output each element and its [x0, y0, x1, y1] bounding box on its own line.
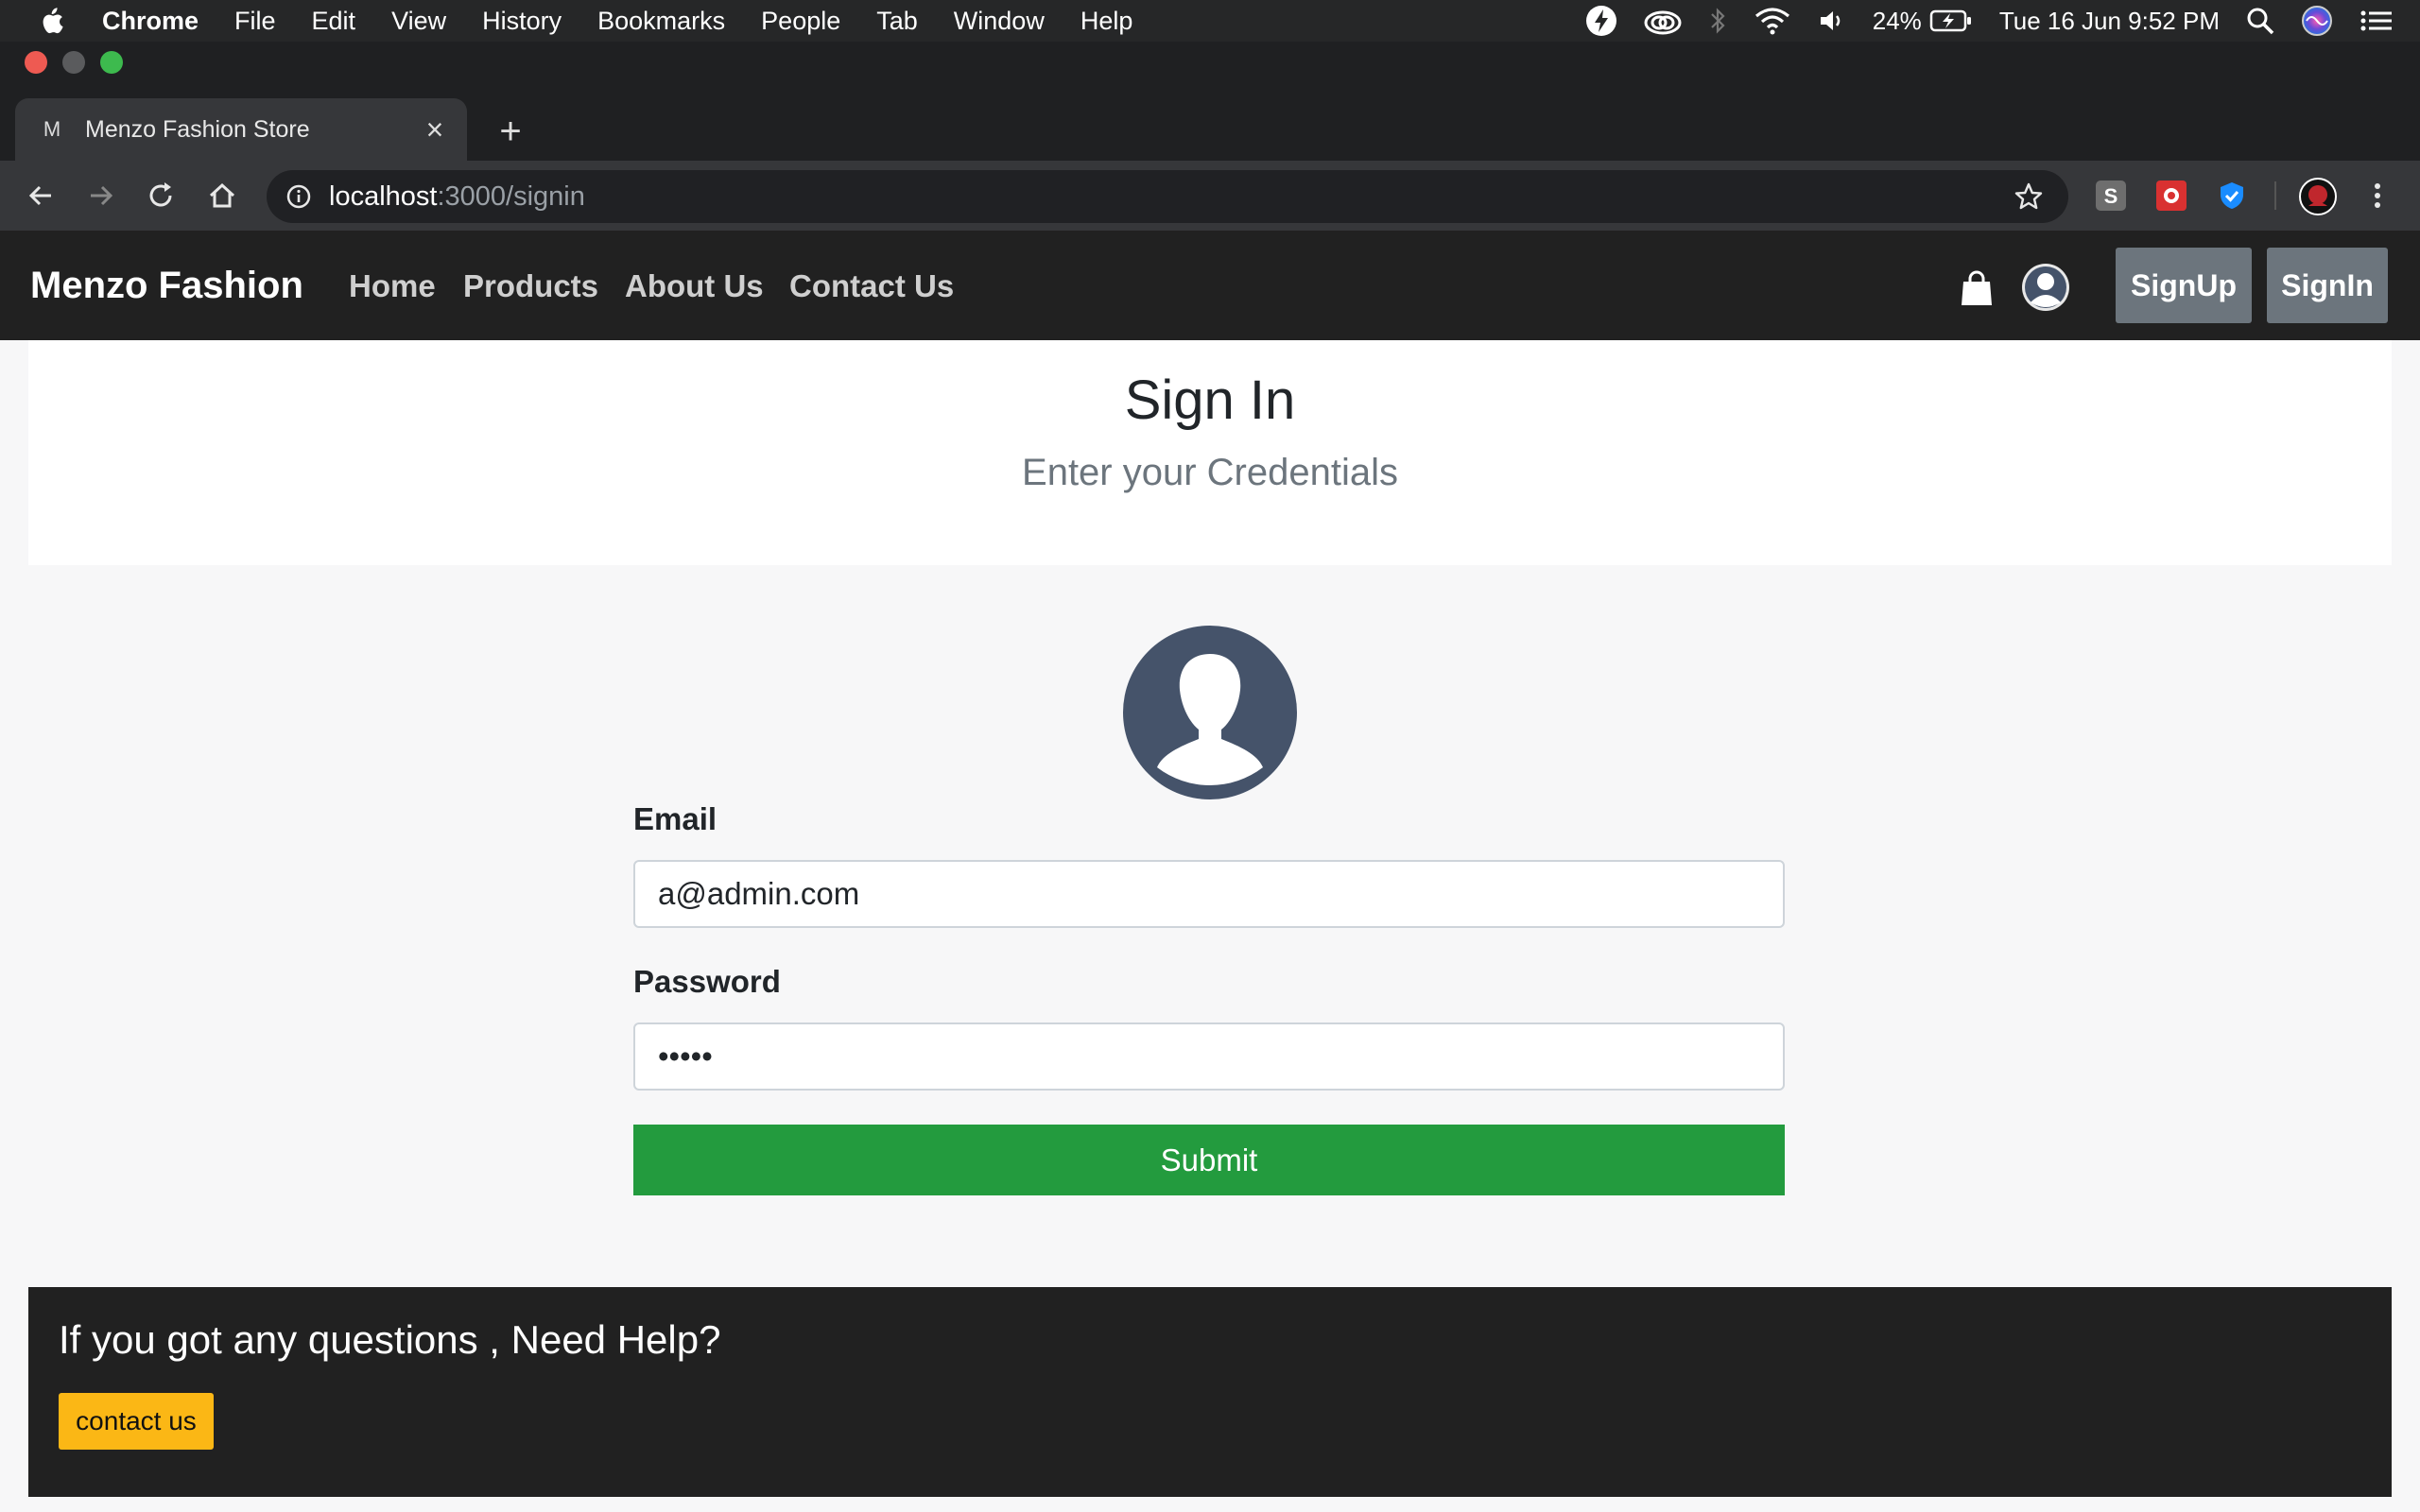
menu-bar-status-area: 24% Tue 16 Jun 9:52 PM [1585, 0, 2420, 42]
user-account-icon[interactable] [2021, 263, 2070, 312]
tab-close-icon[interactable]: × [422, 114, 448, 145]
battery-percent: 24% [1872, 6, 1922, 35]
nav-link-products[interactable]: Products [463, 268, 598, 304]
window-close-button[interactable] [25, 51, 47, 74]
reload-icon[interactable] [144, 178, 180, 214]
lightning-icon[interactable] [1585, 5, 1617, 37]
menu-edit[interactable]: Edit [312, 7, 356, 36]
help-footer: If you got any questions , Need Help? co… [28, 1287, 2392, 1497]
profile-avatar-icon[interactable] [2299, 178, 2337, 215]
url-path: :3000/signin [437, 181, 585, 212]
back-arrow-icon[interactable] [23, 178, 59, 214]
nav-link-home[interactable]: Home [349, 268, 436, 304]
menu-help[interactable]: Help [1080, 7, 1133, 36]
brand-logo[interactable]: Menzo Fashion [30, 265, 303, 307]
toolbar-divider [2274, 181, 2276, 210]
macos-menu-bar: Chrome File Edit View History Bookmarks … [0, 0, 2420, 42]
forward-arrow-icon[interactable] [83, 178, 119, 214]
bluetooth-icon[interactable] [1708, 7, 1727, 35]
shopping-bag-icon[interactable] [1961, 270, 1993, 306]
menu-window[interactable]: Window [954, 7, 1045, 36]
url-text[interactable]: localhost:3000/signin [329, 181, 585, 213]
window-maximize-button[interactable] [100, 51, 123, 74]
email-field[interactable]: a@admin.com [633, 860, 1785, 928]
site-info-icon[interactable] [285, 183, 312, 210]
email-label: Email [633, 801, 717, 836]
menu-app-name[interactable]: Chrome [102, 7, 199, 36]
signin-button[interactable]: SignIn [2267, 248, 2388, 323]
extension-red-badge-icon[interactable] [2155, 180, 2187, 212]
password-field[interactable]: ••••• [633, 1022, 1785, 1091]
volume-icon[interactable] [1818, 7, 1846, 35]
notification-center-icon[interactable] [2360, 7, 2394, 35]
menu-view[interactable]: View [391, 7, 446, 36]
nav-link-about-us[interactable]: About Us [625, 268, 764, 304]
menu-bar-clock[interactable]: Tue 16 Jun 9:52 PM [1999, 7, 2220, 36]
bookmark-star-icon[interactable] [2014, 181, 2044, 212]
signup-button[interactable]: SignUp [2116, 248, 2252, 323]
site-favicon-icon: M [43, 117, 61, 141]
home-icon[interactable] [204, 178, 240, 214]
menu-tab[interactable]: Tab [876, 7, 918, 36]
signin-jumbotron: Sign In Enter your Credentials [28, 340, 2392, 565]
user-avatar-icon [1123, 626, 1297, 799]
help-question-text: If you got any questions , Need Help? [59, 1317, 721, 1362]
wifi-icon[interactable] [1754, 7, 1791, 35]
apple-logo-icon[interactable] [38, 7, 64, 35]
page-title: Sign In [1124, 369, 1296, 431]
window-title-bar [0, 42, 2420, 83]
spotlight-search-icon[interactable] [2246, 7, 2274, 35]
siri-icon[interactable] [2301, 5, 2333, 37]
submit-button[interactable]: Submit [633, 1125, 1785, 1195]
site-navbar: Menzo Fashion Home Products About Us Con… [0, 231, 2420, 340]
url-host: localhost [329, 181, 438, 212]
tab-strip: M Menzo Fashion Store × + [0, 83, 2420, 161]
new-tab-icon[interactable]: + [493, 112, 527, 150]
tab-title: Menzo Fashion Store [85, 115, 310, 143]
battery-charging-icon[interactable] [1929, 9, 1973, 33]
contact-us-button[interactable]: contact us [59, 1393, 214, 1450]
more-options-icon[interactable] [2363, 180, 2392, 212]
window-minimize-button[interactable] [62, 51, 85, 74]
menu-history[interactable]: History [482, 7, 562, 36]
password-label: Password [633, 964, 781, 999]
menu-file[interactable]: File [234, 7, 276, 36]
extension-s-icon[interactable]: S [2095, 180, 2127, 212]
svg-text:S: S [2104, 184, 2118, 208]
menu-bookmarks[interactable]: Bookmarks [597, 7, 725, 36]
creative-cloud-icon[interactable] [1644, 7, 1682, 35]
browser-toolbar: localhost:3000/signin S [0, 161, 2420, 231]
page-subtitle: Enter your Credentials [1022, 452, 1398, 493]
address-bar[interactable]: localhost:3000/signin [267, 170, 2068, 223]
browser-tab-active[interactable]: M Menzo Fashion Store × [15, 98, 467, 161]
menu-people[interactable]: People [761, 7, 840, 36]
nav-link-contact-us[interactable]: Contact Us [789, 268, 954, 304]
extension-shield-icon[interactable] [2216, 180, 2248, 212]
